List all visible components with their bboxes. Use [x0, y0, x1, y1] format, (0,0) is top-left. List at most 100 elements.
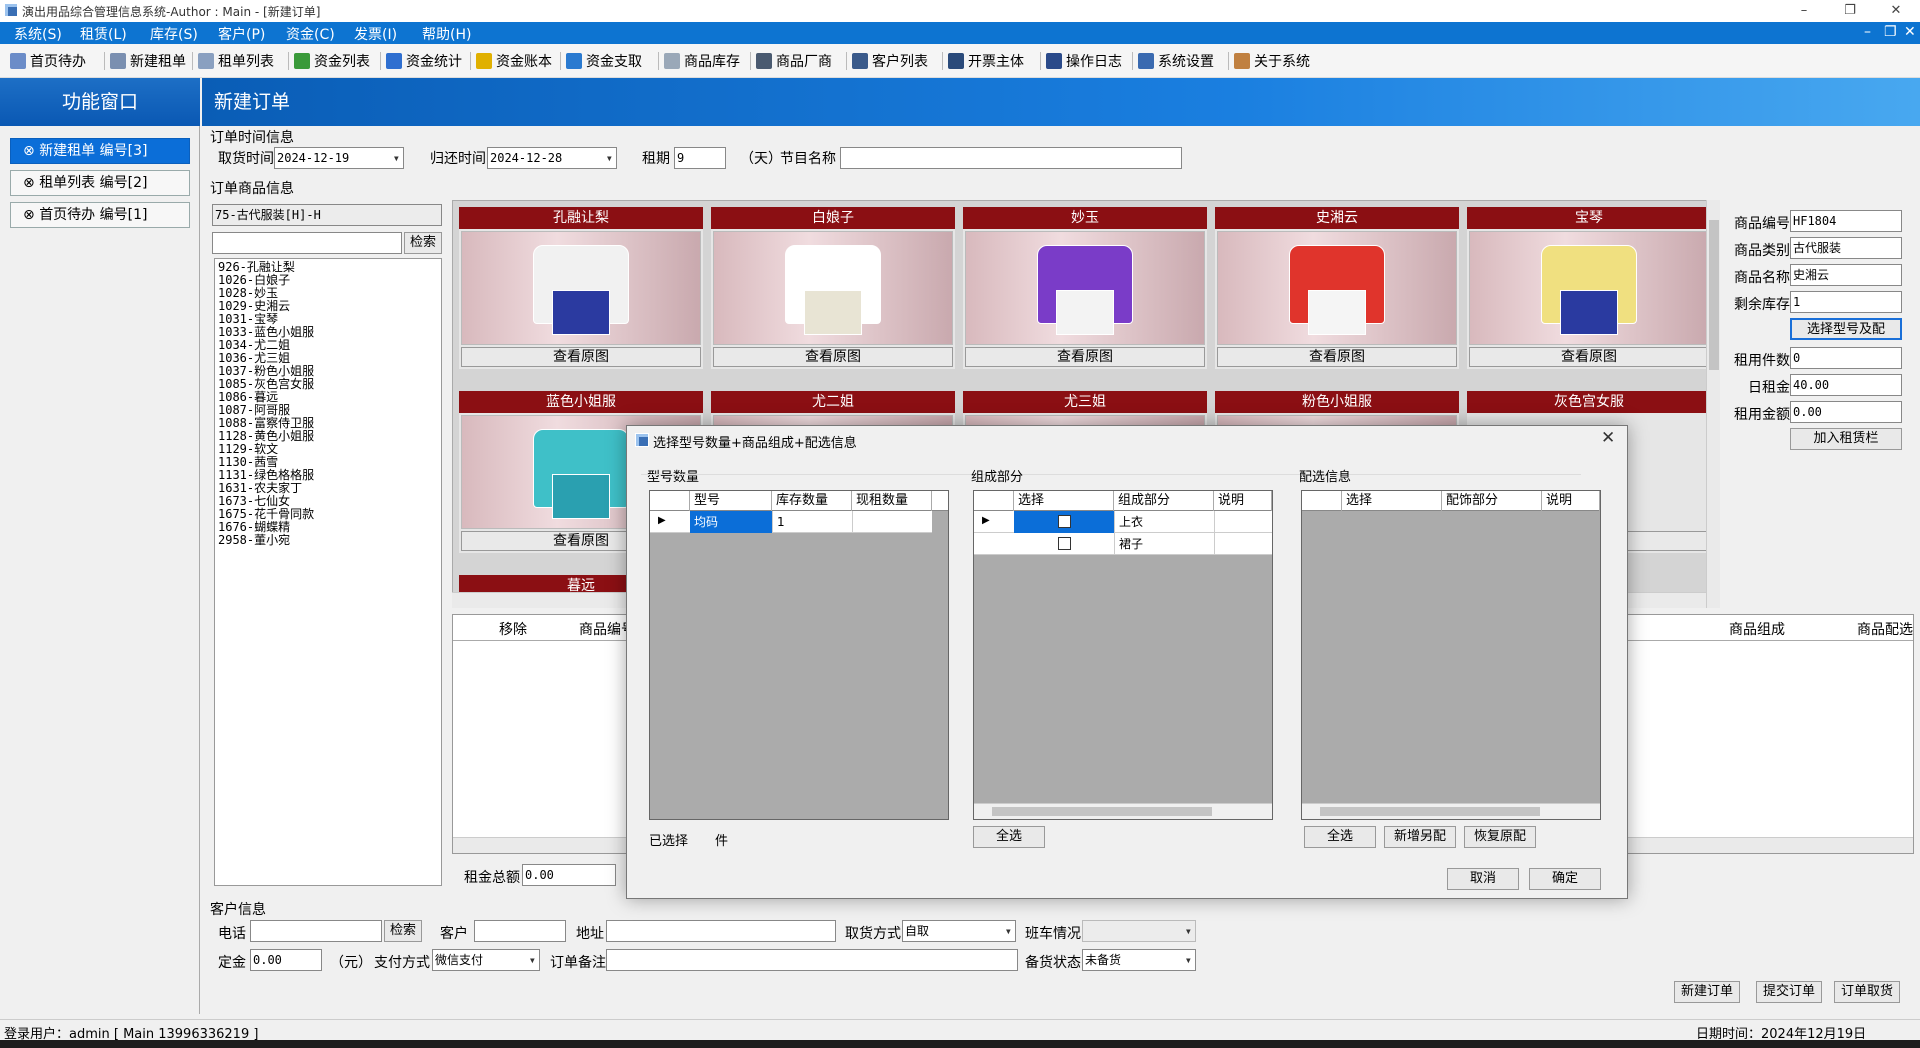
menu-customer[interactable]: 客户(P)	[218, 24, 265, 44]
model-grid[interactable]: 型号 库存数量 现租数量 ▶ 均码 1	[649, 490, 949, 820]
goods-card[interactable]: 妙玉 查看原图	[963, 207, 1207, 369]
options-select-all-button[interactable]: 全选	[1304, 826, 1376, 848]
parts-row[interactable]: 裙子	[974, 533, 1272, 555]
pickup-order-button[interactable]: 订单取货	[1834, 981, 1900, 1003]
pickup-date-picker[interactable]: 2024-12-19	[274, 147, 404, 169]
period-input[interactable]: 9	[674, 147, 726, 169]
goods-photo[interactable]	[461, 231, 701, 345]
toolbar-ledger-button[interactable]: 资金账本	[476, 50, 552, 72]
view-original-button[interactable]: 查看原图	[1469, 347, 1709, 367]
view-original-button[interactable]: 查看原图	[713, 347, 953, 367]
restore-button[interactable]: ❐	[1830, 0, 1870, 22]
goods-search-input[interactable]	[212, 232, 402, 254]
toolbar-stock-button[interactable]: 商品库存	[664, 50, 740, 72]
view-original-button[interactable]: 查看原图	[965, 347, 1205, 367]
part-checkbox-cell[interactable]	[1014, 511, 1114, 533]
dialog-close-icon[interactable]: ✕	[1601, 428, 1615, 448]
goods-card[interactable]: 史湘云 查看原图	[1215, 207, 1459, 369]
menu-invoice[interactable]: 发票(I)	[354, 24, 397, 44]
add-to-cart-button[interactable]: 加入租赁栏	[1790, 428, 1902, 450]
gallery-vscrollbar[interactable]	[1706, 200, 1720, 608]
show-name-input[interactable]	[840, 147, 1182, 169]
prep-status-select[interactable]: 未备货	[1082, 949, 1196, 971]
toolbar-log-button[interactable]: 操作日志	[1046, 50, 1122, 72]
toolbar-users-button[interactable]: 客户列表	[852, 50, 928, 72]
goods-list-item[interactable]: 2958-董小宛	[218, 534, 438, 547]
gallery-vscroll-thumb[interactable]	[1709, 220, 1719, 370]
view-original-button[interactable]: 查看原图	[461, 347, 701, 367]
customer-name-input[interactable]	[474, 920, 566, 942]
col-product-parts[interactable]: 商品组成	[1729, 619, 1785, 639]
minimize-button[interactable]: –	[1784, 0, 1824, 22]
goods-card[interactable]: 孔融让梨 查看原图	[459, 207, 703, 369]
goods-photo[interactable]	[1217, 231, 1457, 345]
order-remark-input[interactable]	[606, 949, 1018, 971]
select-model-button[interactable]: 选择型号及配	[1790, 318, 1902, 340]
toolbar-withdraw-button[interactable]: 资金支取	[566, 50, 642, 72]
model-cell[interactable]: 均码	[690, 511, 772, 533]
toolbar-invoice-button[interactable]: 开票主体	[948, 50, 1024, 72]
part-note-cell[interactable]	[1214, 511, 1272, 533]
pickup-mode-select[interactable]: 自取	[902, 920, 1016, 942]
menu-stock[interactable]: 库存(S)	[150, 24, 198, 44]
customer-search-button[interactable]: 检索	[384, 920, 422, 942]
goods-photo[interactable]	[965, 231, 1205, 345]
dialog-ok-button[interactable]: 确定	[1529, 868, 1601, 890]
add-extra-option-button[interactable]: 新增另配	[1384, 826, 1456, 848]
col-product-options[interactable]: 商品配选	[1857, 619, 1913, 639]
return-date-picker[interactable]: 2024-12-28	[487, 147, 617, 169]
col-remove[interactable]: 移除	[499, 619, 527, 639]
toolbar-monitor-button[interactable]: 系统设置	[1138, 50, 1214, 72]
restore-original-option-button[interactable]: 恢复原配	[1464, 826, 1536, 848]
parts-grid[interactable]: 选择 组成部分 说明 ▶ 上衣 裙子	[973, 490, 1273, 820]
part-note-cell[interactable]	[1214, 533, 1272, 555]
close-window-button[interactable]: ✕	[1876, 0, 1916, 22]
parts-select-all-button[interactable]: 全选	[973, 826, 1045, 848]
part-checkbox-cell[interactable]	[1014, 533, 1114, 555]
goods-card[interactable]: 宝琴 查看原图	[1467, 207, 1711, 369]
toolbar-bar-stats-button[interactable]: 资金统计	[386, 50, 462, 72]
mdi-minimize-button[interactable]: –	[1864, 24, 1871, 40]
toolbar-factory-button[interactable]: 商品厂商	[756, 50, 832, 72]
daily-rent-input[interactable]: 40.00	[1790, 374, 1902, 396]
dialog-cancel-button[interactable]: 取消	[1447, 868, 1519, 890]
mdi-close-button[interactable]: ✕	[1904, 24, 1916, 40]
part-checkbox[interactable]	[1057, 515, 1071, 528]
menu-system[interactable]: 系统(S)	[14, 24, 62, 44]
parts-hscrollbar[interactable]	[974, 803, 1272, 819]
part-checkbox[interactable]	[1057, 537, 1071, 550]
menu-funds[interactable]: 资金(C)	[286, 24, 335, 44]
options-hscrollbar[interactable]	[1302, 803, 1600, 819]
rent-qty-cell[interactable]	[852, 511, 932, 533]
toolbar-new-doc-button[interactable]: 新建租单	[110, 50, 186, 72]
toolbar-about-button[interactable]: 关于系统	[1234, 50, 1310, 72]
parts-hscroll-thumb[interactable]	[992, 807, 1212, 816]
stock-cell[interactable]: 1	[772, 511, 852, 533]
model-row[interactable]: ▶ 均码 1	[650, 511, 932, 533]
goods-photo[interactable]	[713, 231, 953, 345]
nav-item-new-order[interactable]: ⊗ 新建租单 编号[3]	[10, 138, 190, 164]
options-hscroll-thumb[interactable]	[1320, 807, 1540, 816]
goods-photo[interactable]	[1469, 231, 1709, 345]
submit-order-button[interactable]: 提交订单	[1756, 981, 1822, 1003]
nav-item-home-todo[interactable]: ⊗ 首页待办 编号[1]	[10, 202, 190, 228]
shift-select[interactable]	[1082, 920, 1196, 942]
goods-card[interactable]: 白娘子 查看原图	[711, 207, 955, 369]
toolbar-money-button[interactable]: 资金列表	[294, 50, 370, 72]
parts-row[interactable]: ▶ 上衣	[974, 511, 1272, 533]
phone-input[interactable]	[250, 920, 382, 942]
pay-method-select[interactable]: 微信支付	[432, 949, 540, 971]
mdi-restore-button[interactable]: ❐	[1884, 24, 1897, 40]
deposit-input[interactable]: 0.00	[250, 949, 322, 971]
new-order-button[interactable]: 新建订单	[1674, 981, 1740, 1003]
menu-rent[interactable]: 租赁(L)	[80, 24, 127, 44]
menu-help[interactable]: 帮助(H)	[422, 24, 471, 44]
goods-search-button[interactable]: 检索	[404, 232, 442, 254]
toolbar-home-button[interactable]: 首页待办	[10, 50, 86, 72]
toolbar-list-doc-button[interactable]: 租单列表	[198, 50, 274, 72]
address-input[interactable]	[606, 920, 836, 942]
options-grid[interactable]: 选择 配饰部分 说明	[1301, 490, 1601, 820]
nav-item-order-list[interactable]: ⊗ 租单列表 编号[2]	[10, 170, 190, 196]
view-original-button[interactable]: 查看原图	[1217, 347, 1457, 367]
goods-list[interactable]: 926-孔融让梨 1026-白娘子 1028-妙玉 1029-史湘云 1031-宝琴 10…	[214, 258, 442, 886]
